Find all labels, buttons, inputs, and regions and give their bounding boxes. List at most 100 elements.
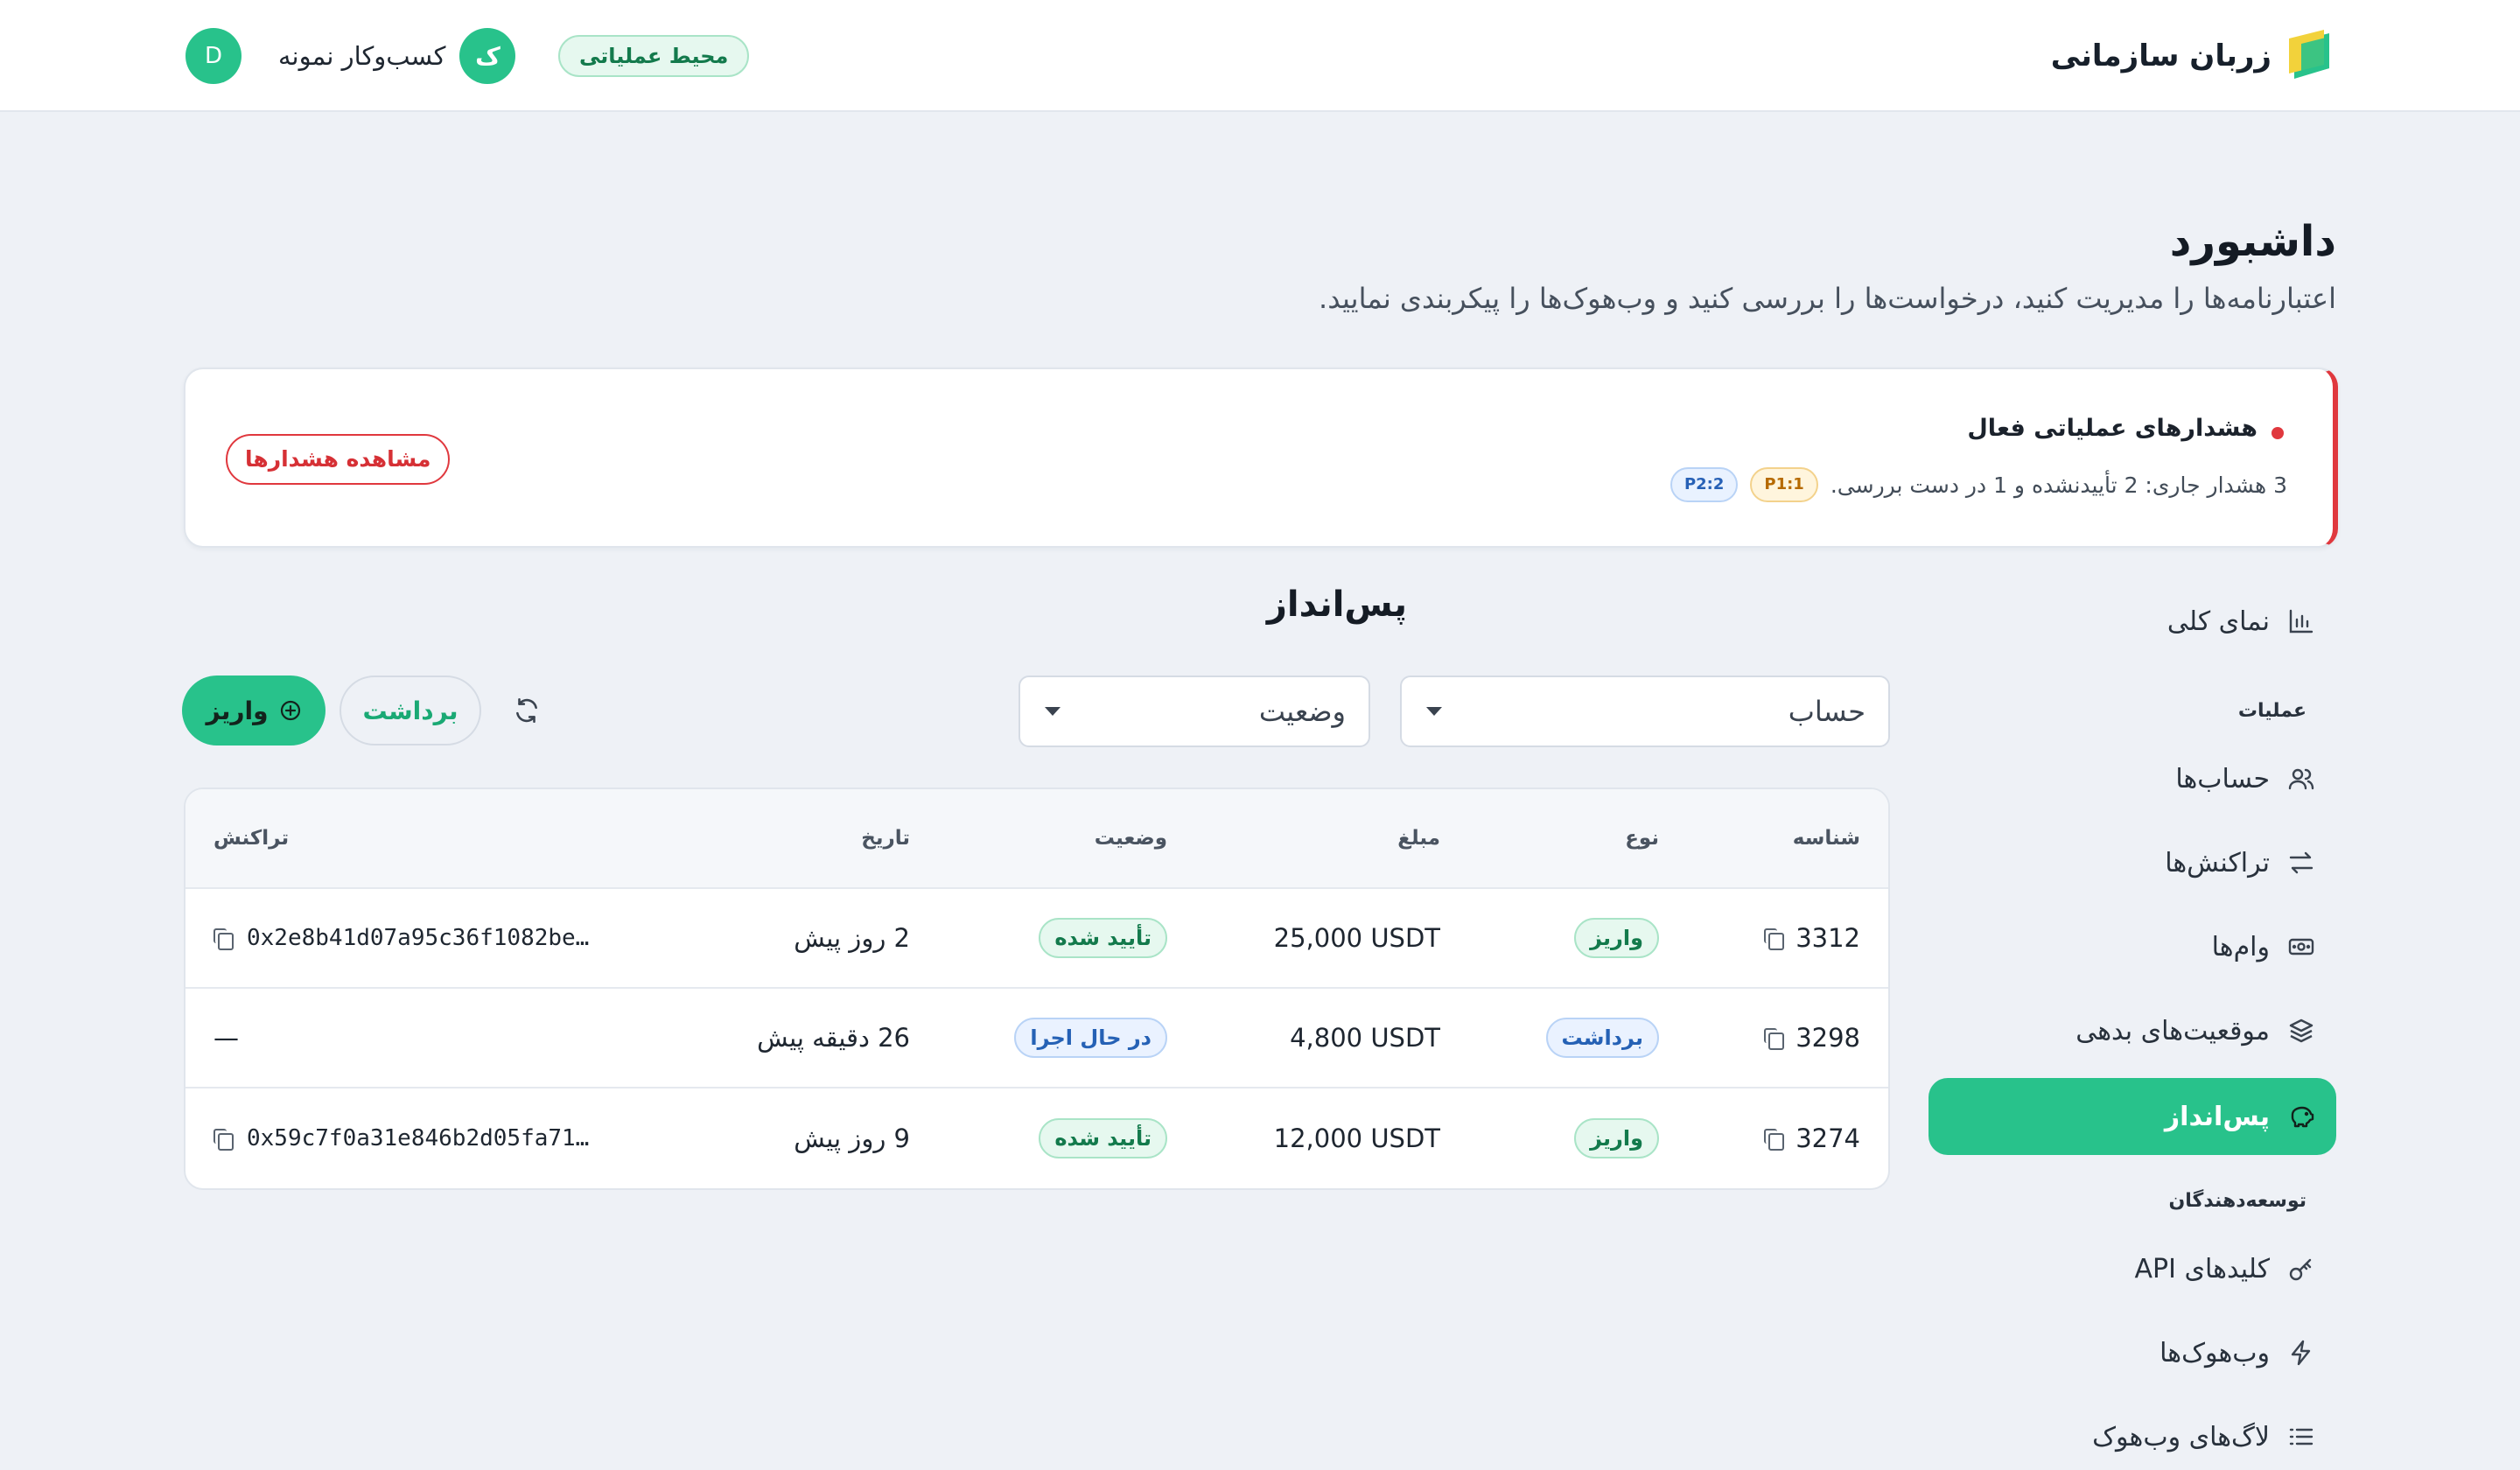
- alert-title: هشدارهای عملیاتی فعال: [1967, 415, 2258, 442]
- sidebar-item-savings[interactable]: پس‌انداز: [1928, 1078, 2336, 1155]
- refresh-button[interactable]: [509, 693, 544, 728]
- copy-icon[interactable]: [1764, 928, 1785, 950]
- key-icon: [2286, 1253, 2317, 1284]
- alert-text: 3 هشدار جاری: 2 تأییدنشده و 1 در دست برر…: [1830, 472, 2287, 498]
- account-select[interactable]: حساب: [1400, 676, 1890, 747]
- table-row[interactable]: 3274 واریز 12,000 USDT تأیید شده 9 روز پ…: [186, 1088, 1888, 1188]
- column-header-id: شناسه: [1792, 827, 1860, 850]
- table-header: شناسه نوع مبلغ وضعیت تاریخ تراکنش: [186, 789, 1888, 889]
- user-avatar[interactable]: D: [186, 28, 242, 84]
- sidebar-item-loans[interactable]: وام‌ها: [1928, 908, 2336, 985]
- row-id: 3312: [1796, 923, 1860, 953]
- page-title: داشبورد: [2169, 217, 2336, 266]
- brand-logo-icon: [2289, 30, 2334, 82]
- row-tx-cell: 0x2e8b41d07a95c36f1082be…: [214, 889, 589, 987]
- priority-p1-badge: P1:1: [1750, 467, 1818, 502]
- banknote-icon: [2286, 931, 2317, 962]
- status-badge: تأیید شده: [1039, 1118, 1167, 1158]
- status-select-value: وضعیت: [1258, 695, 1346, 728]
- sidebar-item-webhooks[interactable]: وب‌هوک‌ها: [1928, 1314, 2336, 1391]
- copy-icon[interactable]: [1764, 1028, 1785, 1050]
- priority-p2-badge: P2:2: [1670, 467, 1739, 502]
- sidebar-item-label: وام‌ها: [2211, 931, 2270, 962]
- column-header-amount: مبلغ: [1397, 827, 1440, 850]
- deposit-button[interactable]: واریز: [182, 676, 326, 746]
- row-status-cell: در حال اجرا: [1014, 989, 1167, 1087]
- row-date: 26 دقیقه پیش: [757, 1023, 910, 1053]
- row-tx-cell: 0x59c7f0a31e846b2d05fa71…: [214, 1088, 589, 1188]
- users-icon: [2286, 763, 2317, 794]
- sidebar-item-label: نمای کلی: [2166, 606, 2270, 637]
- sidebar-item-transactions[interactable]: تراکنش‌ها: [1928, 824, 2336, 901]
- table-row[interactable]: 3312 واریز 25,000 USDT تأیید شده 2 روز پ…: [186, 889, 1888, 989]
- type-badge: واریز: [1574, 1118, 1659, 1158]
- lightning-icon: [2286, 1337, 2317, 1368]
- sidebar-section-operations: عملیات: [2237, 700, 2306, 722]
- column-header-type: نوع: [1625, 827, 1659, 850]
- sidebar-item-label: پس‌انداز: [2164, 1101, 2270, 1132]
- business-switcher[interactable]: ک کسب‌وکار نمونه: [278, 28, 516, 84]
- business-avatar: ک: [459, 28, 516, 84]
- piggy-bank-icon: [2286, 1101, 2317, 1132]
- status-badge: در حال اجرا: [1014, 1018, 1167, 1058]
- sidebar-item-label: لاگ‌های وب‌هوک: [2092, 1421, 2270, 1452]
- bar-chart-icon: [2286, 606, 2317, 637]
- layers-icon: [2286, 1015, 2317, 1046]
- alert-summary: 3 هشدار جاری: 2 تأییدنشده و 1 در دست برر…: [1670, 466, 2287, 504]
- table-row[interactable]: 3298 برداشت 4,800 USDT در حال اجرا 26 دق…: [186, 989, 1888, 1088]
- page-subtitle: اعتبارنامه‌ها را مدیریت کنید، درخواست‌ها…: [1319, 282, 2336, 315]
- withdraw-button[interactable]: برداشت: [340, 676, 481, 746]
- column-header-date: تاریخ: [861, 827, 910, 850]
- status-badge: تأیید شده: [1039, 918, 1167, 958]
- row-id: 3274: [1796, 1124, 1860, 1153]
- alert-dot-icon: [2272, 427, 2284, 439]
- sidebar-item-label: موقعیت‌های بدهی: [2076, 1015, 2270, 1046]
- type-badge: برداشت: [1545, 1018, 1659, 1058]
- chevron-down-icon: [1045, 707, 1060, 716]
- section-title: پس‌انداز: [1266, 584, 1407, 625]
- arrows-swap-icon: [2286, 847, 2317, 878]
- sidebar-item-label: تراکنش‌ها: [2165, 847, 2270, 878]
- copy-icon[interactable]: [214, 928, 234, 950]
- row-amount: 4,800 USDT: [1290, 1023, 1440, 1053]
- brand[interactable]: زربان سازمانی: [2051, 26, 2334, 86]
- row-id-cell: 3274: [1764, 1088, 1860, 1188]
- chevron-down-icon: [1426, 707, 1442, 716]
- environment-badge: محیط عملیاتی: [558, 35, 750, 77]
- operational-alerts-card: هشدارهای عملیاتی فعال 3 هشدار جاری: 2 تأ…: [184, 368, 2338, 548]
- column-header-status: وضعیت: [1094, 827, 1167, 850]
- type-badge: واریز: [1574, 918, 1659, 958]
- row-date: 9 روز پیش: [794, 1124, 910, 1153]
- view-alerts-button[interactable]: مشاهده هشدارها: [226, 434, 451, 485]
- sidebar-item-accounts[interactable]: حساب‌ها: [1928, 740, 2336, 817]
- row-status-cell: تأیید شده: [1039, 889, 1167, 987]
- savings-table: شناسه نوع مبلغ وضعیت تاریخ تراکنش 3312 و…: [184, 788, 1890, 1190]
- sidebar-item-debt-positions[interactable]: موقعیت‌های بدهی: [1928, 992, 2336, 1069]
- list-icon: [2286, 1421, 2317, 1452]
- top-bar: زربان سازمانی محیط عملیاتی ک کسب‌وکار نم…: [0, 0, 2520, 112]
- sidebar-item-label: کلیدهای API: [2134, 1253, 2270, 1284]
- copy-icon[interactable]: [214, 1129, 234, 1151]
- row-amount: 25,000 USDT: [1273, 923, 1440, 953]
- row-amount: 12,000 USDT: [1273, 1124, 1440, 1153]
- row-tx-empty: —: [214, 1023, 239, 1053]
- plus-circle-icon: [280, 700, 300, 721]
- sidebar-item-overview[interactable]: نمای کلی: [1928, 583, 2336, 660]
- row-id-cell: 3312: [1764, 889, 1860, 987]
- row-id-cell: 3298: [1764, 989, 1860, 1087]
- sidebar-item-api-keys[interactable]: کلیدهای API: [1928, 1230, 2336, 1307]
- sidebar-item-webhook-logs[interactable]: لاگ‌های وب‌هوک: [1928, 1398, 2336, 1470]
- brand-name: زربان سازمانی: [2050, 38, 2272, 74]
- row-type-cell: واریز: [1574, 1088, 1659, 1188]
- account-select-value: حساب: [1788, 695, 1866, 728]
- column-header-transaction: تراکنش: [214, 827, 290, 850]
- business-name: کسب‌وکار نمونه: [278, 41, 446, 71]
- status-select[interactable]: وضعیت: [1018, 676, 1370, 747]
- sidebar-item-label: وب‌هوک‌ها: [2160, 1337, 2270, 1368]
- copy-icon[interactable]: [1764, 1129, 1785, 1151]
- refresh-icon: [516, 697, 537, 724]
- row-id: 3298: [1796, 1023, 1860, 1053]
- sidebar-item-label: حساب‌ها: [2175, 763, 2270, 794]
- row-tx-hash: 0x2e8b41d07a95c36f1082be…: [247, 925, 590, 951]
- row-type-cell: واریز: [1574, 889, 1659, 987]
